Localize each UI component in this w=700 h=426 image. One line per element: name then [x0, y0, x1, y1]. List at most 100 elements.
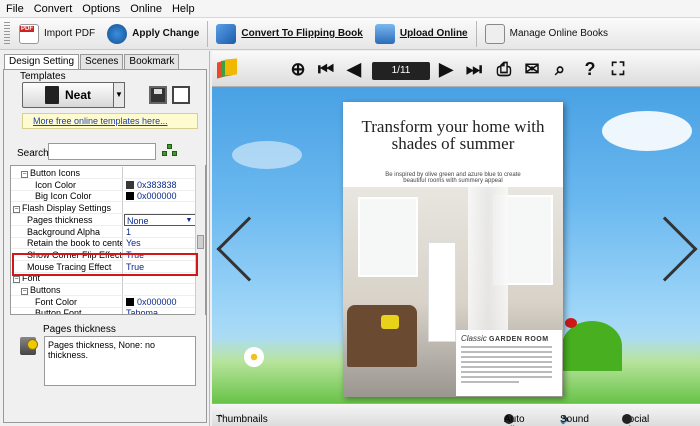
property-name: − Buttons — [11, 284, 123, 296]
property-value[interactable]: 0x000000 — [124, 190, 197, 203]
import-pdf-button[interactable]: Import PDF — [13, 20, 101, 48]
property-row[interactable]: Button Font Tahoma — [11, 307, 197, 314]
search-input[interactable] — [48, 143, 156, 160]
property-value[interactable] — [124, 202, 197, 215]
color-swatch — [126, 297, 134, 306]
refresh-icon — [107, 23, 128, 44]
upload-icon — [374, 23, 395, 44]
upload-online-button[interactable]: Upload Online — [369, 20, 474, 48]
property-value[interactable]: 0x000000 — [124, 296, 197, 308]
flipbook-preview: ⊕ ⏮ ◀ 1/11 ▶ ⏭ ⎙ ✉ ⌕ ? ⛶ Transform your … — [212, 51, 700, 426]
property-value[interactable]: 0x383838 — [124, 179, 197, 191]
email-icon[interactable]: ✉ — [522, 59, 542, 79]
pdf-icon — [19, 23, 39, 44]
property-value[interactable] — [124, 167, 197, 179]
property-row[interactable]: Background Alpha 1 — [11, 225, 197, 238]
prev-page-arrow-icon[interactable] — [216, 216, 282, 282]
manage-label: Manage Online Books — [509, 28, 609, 39]
dropdown-arrow-icon[interactable]: ▼ — [184, 216, 194, 225]
book-page-subtitle: Be inspired by olive green and azure blu… — [385, 172, 521, 184]
search-label: Search: — [17, 148, 52, 159]
settings-panel: Design Setting Scenes Bookmark Templates… — [0, 51, 210, 426]
next-page-icon[interactable]: ▶ — [436, 59, 456, 79]
previous-page-icon[interactable]: ◀ — [344, 59, 364, 79]
property-value[interactable]: Yes — [124, 237, 197, 250]
preview-toolbar: ⊕ ⏮ ◀ 1/11 ▶ ⏭ ⎙ ✉ ⌕ ? ⛶ — [212, 51, 700, 87]
menu-convert[interactable]: Convert — [34, 3, 73, 15]
property-name: Retain the book to center — [11, 237, 123, 250]
cloud — [602, 111, 692, 151]
scrollbar-thumb[interactable] — [197, 235, 204, 249]
property-row[interactable]: − Buttons — [11, 284, 197, 296]
book-page[interactable]: Transform your home with shades of summe… — [343, 102, 563, 397]
window-image — [358, 197, 418, 277]
collapse-toggle-icon[interactable]: − — [13, 276, 20, 284]
property-row[interactable]: Icon Color 0x383838 — [11, 178, 197, 191]
print-icon[interactable]: ⎙ — [494, 59, 514, 79]
settings-tabs: Design Setting Scenes Bookmark — [4, 54, 180, 71]
flipbook-icon — [216, 23, 237, 44]
template-dropdown-arrow[interactable]: ▼ — [113, 82, 125, 108]
property-row[interactable]: Retain the book to center Yes — [11, 237, 197, 250]
main-toolbar: Import PDF Apply Change Convert To Flipp… — [0, 18, 700, 50]
property-value[interactable] — [124, 284, 197, 296]
logo-icon — [217, 58, 237, 79]
property-value[interactable]: None ▼ — [124, 213, 197, 226]
property-name: Pages thickness — [11, 213, 123, 226]
page-indicator[interactable]: 1/11 — [372, 62, 430, 80]
first-page-icon[interactable]: ⏮ — [316, 59, 336, 79]
tab-bookmark[interactable]: Bookmark — [124, 54, 180, 69]
property-name: − Button Icons — [11, 167, 123, 179]
menu-online[interactable]: Online — [130, 3, 162, 15]
property-value[interactable]: 1 — [124, 226, 197, 238]
property-grid: − Button Icons Icon Color 0x383838 Big Icon … — [10, 165, 206, 315]
template-name: Neat — [65, 88, 92, 102]
tab-scenes[interactable]: Scenes — [80, 54, 124, 69]
apply-change-label: Apply Change — [132, 28, 200, 39]
color-swatch — [126, 180, 134, 189]
menu-options[interactable]: Options — [82, 3, 120, 15]
cloud — [232, 141, 302, 169]
toolbar-separator — [475, 20, 477, 47]
menu-bar: File Convert Options Online Help — [0, 0, 700, 18]
help-icon[interactable]: ? — [580, 59, 600, 79]
save-icon[interactable] — [149, 86, 167, 104]
export-icon[interactable] — [172, 86, 190, 104]
collapse-toggle-icon[interactable]: − — [21, 171, 28, 178]
last-page-icon[interactable]: ⏭ — [464, 59, 484, 79]
description-title: Pages thickness — [43, 324, 116, 335]
article-info-box: Classic GARDEN ROOM — [456, 330, 562, 396]
template-select-button[interactable]: Neat — [22, 82, 124, 108]
property-name: Icon Color — [11, 178, 123, 191]
property-grid-scrollbar[interactable] — [195, 165, 205, 315]
preview-status-bar: ⌃ Thumbnails Auto Flip 🔈 Sound On Social… — [212, 403, 700, 426]
menu-file[interactable]: File — [6, 3, 24, 15]
convert-button[interactable]: Convert To Flipping Book — [210, 20, 368, 48]
property-value[interactable]: Tahoma — [124, 307, 197, 314]
collapse-toggle-icon[interactable]: − — [21, 288, 28, 295]
book-icon — [45, 86, 59, 104]
apply-change-button[interactable]: Apply Change — [101, 20, 205, 48]
pillow-image — [381, 315, 399, 329]
description-box: Pages thickness, None: no thickness. — [44, 336, 196, 386]
info-icon — [20, 337, 38, 355]
collapse-toggle-icon[interactable]: − — [13, 206, 20, 214]
import-pdf-label: Import PDF — [44, 28, 96, 39]
templates-label: Templates — [20, 71, 66, 82]
search-filter-icon[interactable] — [162, 144, 178, 158]
manage-books-icon — [484, 23, 505, 44]
manage-online-books-button[interactable]: Manage Online Books — [479, 20, 614, 48]
property-name: − Flash Display Settings — [11, 202, 123, 215]
menu-help[interactable]: Help — [172, 3, 195, 15]
next-page-arrow-icon[interactable] — [632, 216, 698, 282]
share-icon — [622, 414, 632, 424]
search-icon[interactable]: ⌕ — [550, 59, 570, 79]
fullscreen-icon[interactable]: ⛶ — [608, 59, 628, 79]
zoom-in-icon[interactable]: ⊕ — [288, 59, 308, 79]
property-row[interactable]: Font Color 0x000000 — [11, 295, 197, 308]
property-row[interactable]: − Flash Display Settings — [11, 202, 197, 215]
property-row[interactable]: − Button Icons — [11, 167, 197, 179]
property-row[interactable]: Pages thickness None ▼ — [11, 213, 197, 226]
more-templates-link[interactable]: More free online templates here... — [22, 113, 198, 129]
property-row[interactable]: Big Icon Color 0x000000 — [11, 190, 197, 203]
